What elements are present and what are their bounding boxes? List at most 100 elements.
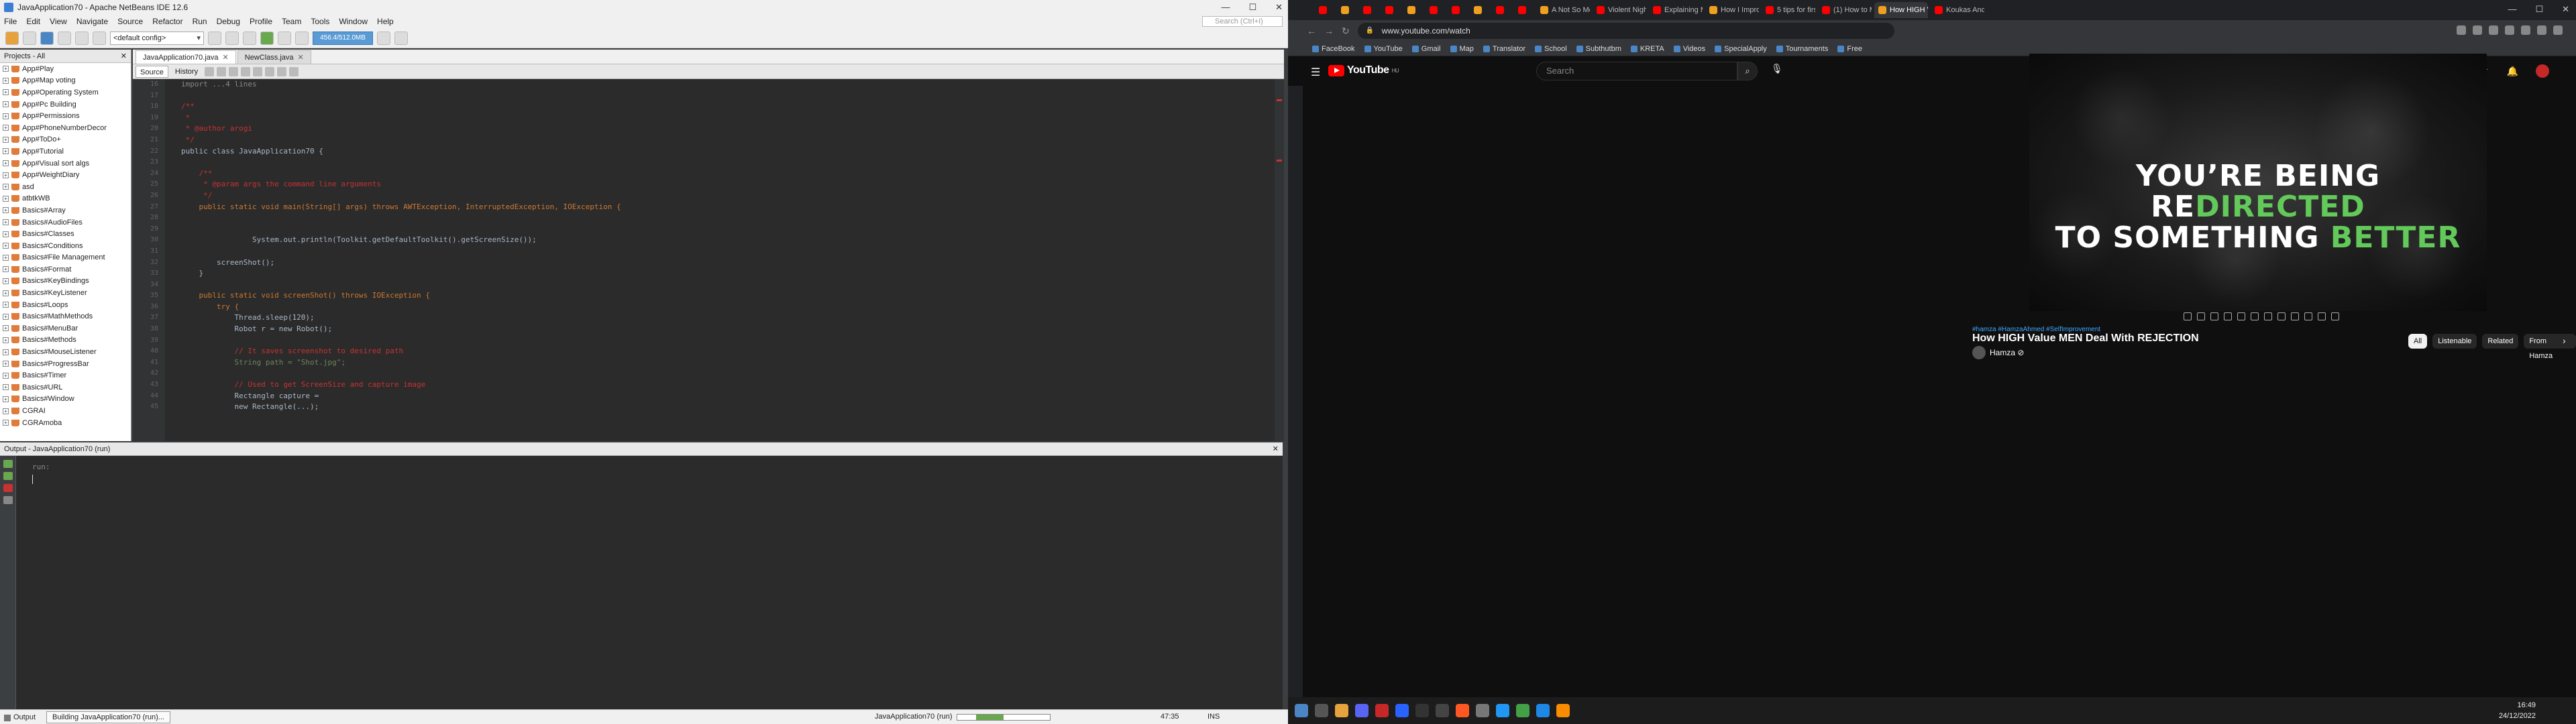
menu-source[interactable]: Source [117,17,143,26]
save-all-icon[interactable] [58,31,71,45]
project-tree-item[interactable]: + Basics#KeyListener [0,287,131,299]
code-line[interactable] [181,280,1271,291]
code-line[interactable] [181,157,1271,168]
code-line[interactable] [181,90,1271,102]
menu-window[interactable]: Window [339,17,368,26]
project-tree-item[interactable]: + App#WeightDiary [0,169,131,181]
minimize-button[interactable]: — [2508,0,2516,19]
bookmark-item[interactable]: Translator [1483,45,1525,53]
photoshop-icon[interactable] [1496,704,1509,717]
shift-left-icon[interactable] [253,66,263,76]
maximize-button[interactable]: ☐ [1248,0,1256,15]
clean-build-icon[interactable] [243,31,256,45]
browser-tab[interactable]: A Not So Merry Ch... [1536,2,1590,18]
expand-icon[interactable]: + [3,184,9,190]
file-explorer-icon[interactable] [1335,704,1348,717]
code-line[interactable]: } [181,268,1271,280]
menu-edit[interactable]: Edit [26,17,40,26]
browser-tab[interactable] [1359,2,1379,18]
expand-icon[interactable]: + [3,207,9,214]
bookmark-item[interactable]: Free [1837,45,1862,53]
project-tree-item[interactable]: + Basics#Classes [0,228,131,240]
expand-icon[interactable]: + [3,361,9,367]
video-player[interactable]: YOU’RE BEING REDIRECTED TO SOMETHING BET… [2029,54,2487,311]
code-line[interactable] [181,335,1271,347]
project-tree-item[interactable]: + Basics#Format [0,263,131,276]
project-tree-item[interactable]: + Basics#Window [0,394,131,406]
code-line[interactable]: public class JavaApplication70 { [181,146,1271,158]
new-project-icon[interactable] [5,31,19,45]
project-tree-item[interactable]: + App#Operating System [0,86,131,99]
project-tree-item[interactable]: + Basics#URL [0,381,131,394]
screenshot-icon[interactable] [2304,312,2312,320]
loop-icon[interactable] [2184,312,2192,320]
menu-tools[interactable]: Tools [311,17,329,26]
debug-icon[interactable] [278,31,291,45]
project-tree-item[interactable]: + Basics#Loops [0,299,131,311]
bookmark-item[interactable]: Gmail [1411,45,1441,53]
microphone-icon[interactable]: 🎙 [1771,63,1783,74]
code-line[interactable]: screenShot(); [181,257,1271,269]
forward-icon[interactable]: → [1324,25,1334,36]
open-project-icon[interactable] [40,31,54,45]
undo-icon[interactable] [75,31,89,45]
bookmark-item[interactable]: FaceBook [1312,45,1355,53]
project-tree-item[interactable]: + Basics#Methods [0,335,131,347]
avatar[interactable] [2536,64,2549,78]
menu-dots-icon[interactable] [2553,25,2563,35]
youtube-logo[interactable]: YouTube HU [1328,64,1399,76]
illustrator-icon[interactable] [1456,704,1469,717]
code-line[interactable]: new Rectangle(...); [181,402,1271,413]
taskbar-app-icon[interactable] [1395,704,1409,717]
bookmark-item[interactable]: KRETA [1630,45,1664,53]
project-tree-item[interactable]: + Basics#Array [0,204,131,217]
project-tree-item[interactable]: + asd [0,181,131,193]
bookmark-item[interactable]: Videos [1673,45,1705,53]
browser-tab[interactable] [1337,2,1356,18]
expand-icon[interactable]: + [3,231,9,237]
discord-icon[interactable] [1355,704,1368,717]
timer-icon[interactable] [2291,312,2299,320]
code-line[interactable]: // It saves screenshot to desired path [181,346,1271,357]
config-select[interactable]: <default config> [110,31,204,45]
expand-icon[interactable]: + [3,113,9,119]
history-tab[interactable]: History [171,66,202,78]
browser-tab[interactable]: Explaining Mechani... [1649,2,1703,18]
code-line[interactable]: System.out.println(Toolkit.getDefaultToo… [181,235,1271,246]
code-lines[interactable]: import ...4 lines /** * * @author arogi *… [181,79,1271,441]
expand-icon[interactable]: + [3,219,9,226]
star-icon[interactable] [2210,312,2218,320]
speed-icon[interactable] [2224,312,2232,320]
new-file-icon[interactable] [23,31,36,45]
back-icon[interactable] [205,66,215,76]
find-icon[interactable] [229,66,239,76]
expand-icon[interactable]: + [3,136,9,143]
expand-icon[interactable]: + [3,266,9,273]
project-tree-item[interactable]: + Basics#MenuBar [0,322,131,335]
bookmark-star-icon[interactable] [2521,25,2530,35]
bookmark-item[interactable]: School [1535,45,1567,53]
taskbar-app-icon[interactable] [1315,704,1328,717]
reload-icon[interactable]: ↻ [1342,25,1350,37]
stop-icon[interactable] [3,484,13,492]
forward-icon[interactable] [217,66,227,76]
project-tree-item[interactable]: + Basics#Timer [0,369,131,381]
profile-icon[interactable] [295,31,309,45]
expand-icon[interactable]: + [3,66,9,72]
menu-file[interactable]: File [4,17,17,26]
rerun-icon[interactable] [3,460,13,468]
code-line[interactable]: import ...4 lines [181,79,1271,90]
chip-from-hamza[interactable]: From Hamza [2524,334,2576,360]
bookmark-item[interactable]: SpecialApply [1715,45,1767,53]
tab-javaapplication70[interactable]: JavaApplication70.java ✕ [136,50,236,64]
project-tree-item[interactable]: + Basics#KeyBindings [0,276,131,288]
popup-icon[interactable] [2318,312,2326,320]
shift-right-icon[interactable] [265,66,275,76]
close-tab-icon[interactable]: ✕ [223,54,229,62]
code-line[interactable] [181,213,1271,224]
expand-icon[interactable]: + [3,349,9,355]
expand-icon[interactable]: + [3,101,9,108]
notifications-bell-icon[interactable]: 🔔 [2507,66,2518,77]
project-tree-item[interactable]: + App#Play [0,63,131,75]
menu-profile[interactable]: Profile [250,17,272,26]
